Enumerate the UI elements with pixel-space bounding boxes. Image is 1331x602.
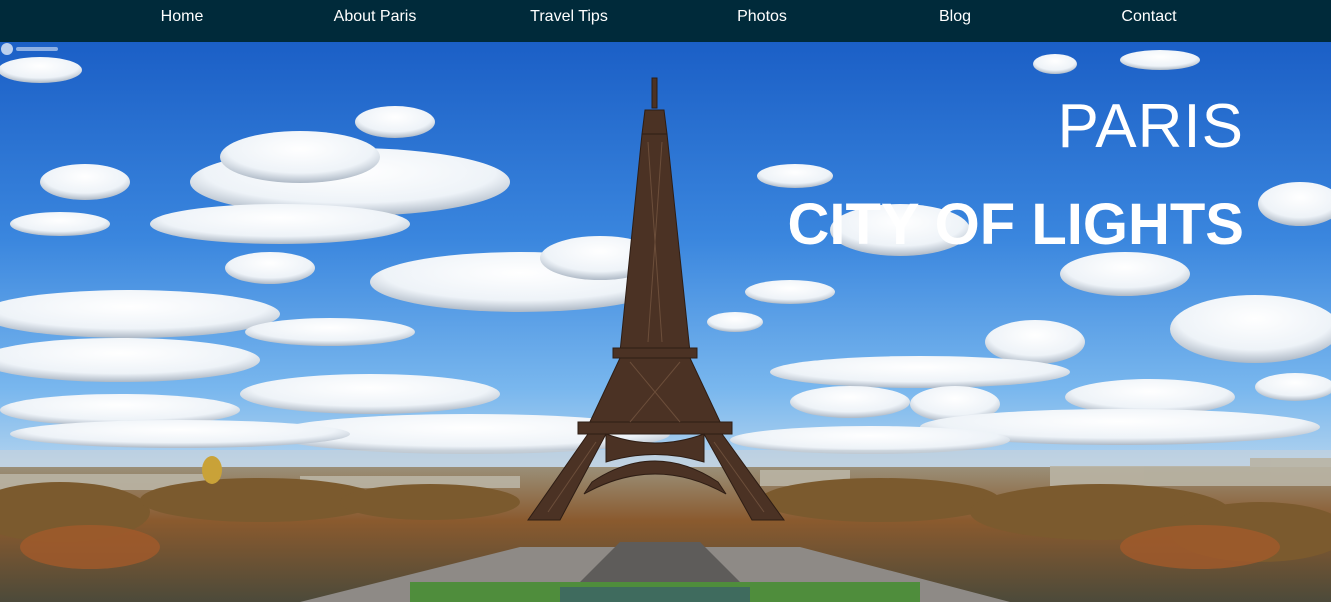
- nav-travel-tips-link[interactable]: Travel Tips: [530, 8, 608, 26]
- nav-blog-link[interactable]: Blog: [939, 8, 971, 26]
- nav-photos-link[interactable]: Photos: [737, 8, 787, 26]
- watermark-logo: [1, 43, 58, 55]
- nav-contact-link[interactable]: Contact: [1121, 8, 1176, 26]
- nav-home-link[interactable]: Home: [161, 8, 204, 26]
- hero-subtitle: CITY OF LIGHTS: [787, 192, 1245, 257]
- hero-banner: PARIS CITY OF LIGHTS: [0, 42, 1331, 602]
- hero-title: PARIS: [1057, 92, 1244, 161]
- gold-dome: [202, 456, 222, 484]
- top-navigation-bar: Home About Paris Travel Tips Photos Blog…: [0, 0, 1331, 42]
- nav-about-paris-link[interactable]: About Paris: [334, 8, 417, 26]
